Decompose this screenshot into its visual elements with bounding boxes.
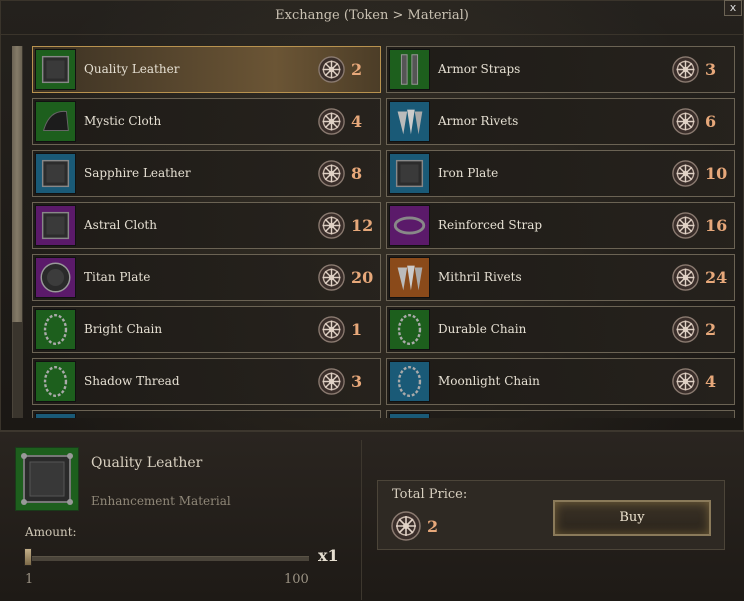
item-slot[interactable]: Mithril Rivets 24 <box>386 254 735 301</box>
mystic-cloth-icon <box>35 101 76 142</box>
item-name: Mithril Rivets <box>438 270 522 284</box>
token-coin-icon <box>672 368 699 395</box>
reinforced-strap-icon <box>389 205 430 246</box>
token-coin-icon <box>672 108 699 135</box>
item-slot[interactable]: Mystic Cloth 4 <box>32 98 381 145</box>
item-name: Reinforced Strap <box>438 218 543 232</box>
detail-separator <box>361 440 362 600</box>
total-price-label: Total Price: <box>392 487 468 502</box>
token-coin-icon <box>318 316 345 343</box>
item-price: 16 <box>705 216 728 235</box>
moonlight-chain-icon <box>389 361 430 402</box>
item-name: Titan Plate <box>84 270 151 284</box>
item-price: 8 <box>351 164 363 183</box>
item-name: Moonlight Chain <box>438 374 540 388</box>
amount-label: Amount: <box>25 525 77 539</box>
item-slot[interactable]: Moonlight Chain 4 <box>386 358 735 405</box>
bright-chain-icon <box>35 309 76 350</box>
buy-button[interactable]: Buy <box>553 500 711 536</box>
title-divider <box>0 34 744 35</box>
item-price: 3 <box>705 60 717 79</box>
partial-item-icon <box>35 413 76 418</box>
item-name: Armor Rivets <box>438 114 519 128</box>
token-coin-icon <box>391 511 421 541</box>
item-slot[interactable]: Armor Rivets 6 <box>386 98 735 145</box>
item-slot[interactable] <box>32 410 381 418</box>
item-name: Iron Plate <box>438 166 499 180</box>
item-price: 24 <box>705 268 728 287</box>
item-price: 20 <box>351 268 374 287</box>
item-list: Quality Leather 2 Armor Straps 3 Mystic Clot… <box>30 44 740 418</box>
item-price: 6 <box>705 112 717 131</box>
item-name: Mystic Cloth <box>84 114 162 128</box>
item-price: 12 <box>351 216 374 235</box>
durable-chain-icon <box>389 309 430 350</box>
item-slot[interactable] <box>386 410 735 418</box>
iron-plate-icon <box>389 153 430 194</box>
close-button[interactable]: x <box>724 0 742 16</box>
item-price: 1 <box>351 320 363 339</box>
token-coin-icon <box>672 316 699 343</box>
item-slot[interactable]: Shadow Thread 3 <box>32 358 381 405</box>
item-slot[interactable]: Titan Plate 20 <box>32 254 381 301</box>
item-price: 4 <box>351 112 363 131</box>
amount-slider-handle[interactable] <box>24 548 32 566</box>
token-coin-icon <box>318 368 345 395</box>
mithril-rivets-icon <box>389 257 430 298</box>
item-slot[interactable]: Iron Plate 10 <box>386 150 735 197</box>
amount-max-label: 100 <box>284 572 309 587</box>
item-slot[interactable]: Armor Straps 3 <box>386 46 735 93</box>
sapphire-leather-icon <box>35 153 76 194</box>
armor-straps-icon <box>389 49 430 90</box>
item-name: Durable Chain <box>438 322 527 336</box>
titan-plate-icon <box>35 257 76 298</box>
amount-slider-track[interactable] <box>27 556 309 561</box>
item-price: 3 <box>351 372 363 391</box>
item-price: 2 <box>351 60 363 79</box>
item-name: Sapphire Leather <box>84 166 191 180</box>
item-slot[interactable]: Sapphire Leather 8 <box>32 150 381 197</box>
item-name: Quality Leather <box>84 62 180 76</box>
token-coin-icon <box>672 264 699 291</box>
window-title: Exchange (Token > Material) <box>275 8 469 23</box>
item-name: Armor Straps <box>438 62 521 76</box>
token-coin-icon <box>318 264 345 291</box>
item-slot[interactable]: Bright Chain 1 <box>32 306 381 353</box>
item-price: 2 <box>705 320 717 339</box>
token-coin-icon <box>318 56 345 83</box>
partial-item-icon <box>389 413 430 418</box>
shadow-thread-icon <box>35 361 76 402</box>
token-coin-icon <box>318 108 345 135</box>
amount-value: x1 <box>318 546 339 565</box>
item-name: Astral Cloth <box>84 218 157 232</box>
token-coin-icon <box>318 160 345 187</box>
list-scrollbar-thumb[interactable] <box>12 46 22 322</box>
token-coin-icon <box>672 212 699 239</box>
token-coin-icon <box>318 212 345 239</box>
item-name: Bright Chain <box>84 322 163 336</box>
amount-min-label: 1 <box>25 572 34 587</box>
item-slot[interactable]: Reinforced Strap 16 <box>386 202 735 249</box>
astral-cloth-icon <box>35 205 76 246</box>
selected-item-name: Quality Leather <box>91 455 203 471</box>
token-coin-icon <box>672 160 699 187</box>
item-slot[interactable]: Astral Cloth 12 <box>32 202 381 249</box>
quality-leather-icon <box>35 49 76 90</box>
selected-item-type: Enhancement Material <box>91 494 231 508</box>
token-coin-icon <box>672 56 699 83</box>
selected-item-icon <box>15 447 79 511</box>
armor-rivets-icon <box>389 101 430 142</box>
item-price: 10 <box>705 164 728 183</box>
item-name: Shadow Thread <box>84 374 180 388</box>
item-slot[interactable]: Quality Leather 2 <box>32 46 381 93</box>
total-price-value: 2 <box>427 517 439 536</box>
item-price: 4 <box>705 372 717 391</box>
item-slot[interactable]: Durable Chain 2 <box>386 306 735 353</box>
